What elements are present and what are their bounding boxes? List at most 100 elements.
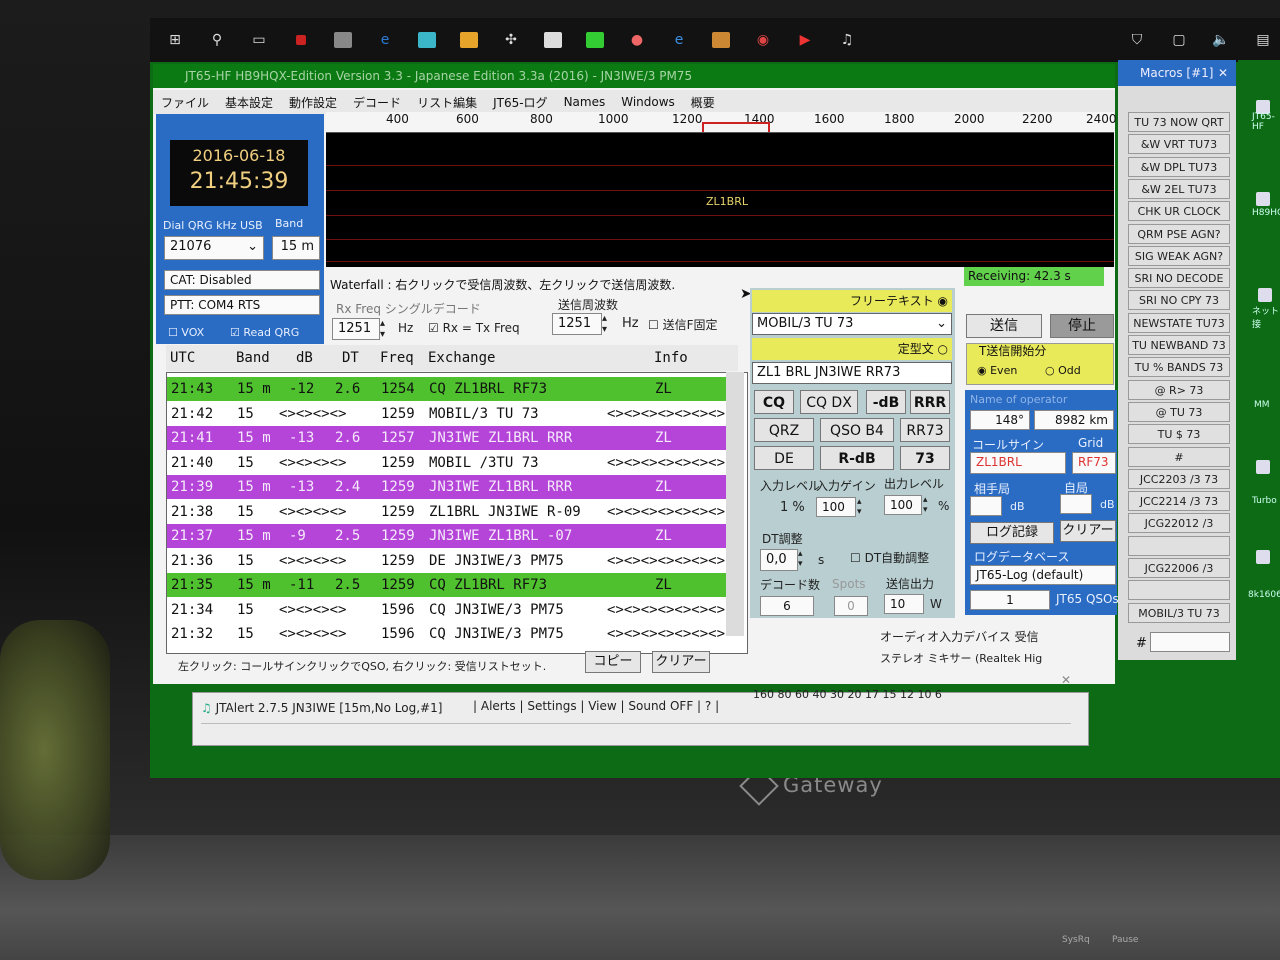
macro-button[interactable]	[1128, 535, 1230, 556]
macro-button[interactable]: JCG22006 /3	[1128, 558, 1230, 578]
vox-checkbox[interactable]: ☐ VOX	[168, 326, 204, 339]
out-level-input[interactable]: 100	[884, 495, 922, 515]
message-button-3[interactable]: RRR	[910, 390, 950, 414]
app-icon-photo[interactable]	[326, 29, 360, 51]
macro-button[interactable]: CHK UR CLOCK	[1128, 201, 1230, 222]
macro-button[interactable]: JCC2203 /3 73	[1128, 468, 1230, 489]
message-button-2[interactable]: -dB	[866, 390, 906, 414]
message-button-5[interactable]: QSO B4	[820, 418, 894, 442]
menu-item[interactable]: Windows	[621, 95, 675, 109]
out-level-stepper[interactable]: ▴ ▾	[923, 495, 928, 515]
band-field[interactable]: 15 m	[272, 236, 320, 260]
macro-button[interactable]: SRI NO DECODE	[1128, 268, 1230, 289]
my-report-field[interactable]	[1060, 494, 1092, 514]
firefox-icon[interactable]: ●	[620, 29, 654, 51]
table-row[interactable]: 21:41 15 m -13 2.6 1257 JN3IWE ZL1BRL RRR ZL	[167, 426, 727, 450]
network-icon[interactable]: ▤	[1246, 29, 1280, 51]
menu-item[interactable]: JT65-ログ	[493, 94, 547, 111]
rx-freq-input[interactable]: 1251	[332, 318, 380, 340]
task-view-icon[interactable]: ▭	[242, 29, 276, 51]
video-icon[interactable]: ▶	[788, 29, 822, 51]
desktop-icon-turbo[interactable]	[1256, 460, 1270, 474]
message-button-7[interactable]: DE	[754, 446, 814, 470]
table-row[interactable]: 21:35 15 m -11 2.5 1259 CQ ZL1BRL RF73 ZL	[167, 573, 727, 597]
ie-icon[interactable]: e	[662, 29, 696, 51]
macro-button[interactable]: TU % BANDS 73	[1128, 357, 1230, 378]
app-icon-red[interactable]	[284, 29, 318, 51]
jtalert-menu[interactable]: | Alerts | Settings | View | Sound OFF |…	[473, 699, 719, 713]
table-row[interactable]: 21:34 15 1596 CQ JN3IWE/3 PM75 <><><><> <><><…	[167, 598, 727, 622]
rx-freq-stepper[interactable]: ▴ ▾	[380, 318, 385, 340]
mouse-icon[interactable]: ✣	[494, 29, 528, 51]
callsign-field[interactable]: ZL1BRL	[970, 452, 1066, 474]
close-icon[interactable]: ✕	[1061, 673, 1071, 687]
macro-button[interactable]: QRM PSE AGN?	[1128, 223, 1230, 244]
macro-button[interactable]: JCC2214 /3 73	[1128, 491, 1230, 512]
menu-item[interactable]: Names	[564, 95, 606, 109]
fixed-text-field[interactable]: ZL1 BRL JN3IWE RR73	[752, 362, 952, 384]
desktop-icon-hb9[interactable]	[1256, 192, 1270, 206]
macro-button[interactable]	[1128, 580, 1230, 601]
stop-button[interactable]: 停止	[1050, 314, 1114, 338]
message-button-0[interactable]: CQ	[754, 390, 794, 414]
macro-button[interactable]: &W 2EL TU73	[1128, 178, 1230, 199]
tx-freq-stepper[interactable]: ▴ ▾	[602, 313, 607, 335]
menu-item[interactable]: 概要	[691, 94, 715, 111]
free-text-radio[interactable]: フリーテキスト ◉	[752, 290, 952, 312]
message-button-9[interactable]: 73	[900, 446, 950, 470]
shield-icon[interactable]: ⛉	[1120, 29, 1154, 51]
app-icon-radio[interactable]	[704, 29, 738, 51]
waterfall-display[interactable]: ZL1BRL	[326, 133, 1114, 267]
macro-button[interactable]: TU $ 73	[1128, 424, 1230, 445]
grid-field[interactable]: RF73	[1072, 452, 1116, 474]
even-radio[interactable]: ◉ Even	[977, 364, 1017, 377]
table-row[interactable]: 21:32 15 1596 CQ JN3IWE/3 PM75 <><><><> <><><…	[167, 622, 727, 646]
music-icon[interactable]: ♫	[830, 29, 864, 51]
dt-auto-checkbox[interactable]: ☐ DT自動調整	[850, 549, 929, 566]
menu-item[interactable]: デコード	[353, 94, 401, 111]
dt-adjust-stepper[interactable]: ▴ ▾	[798, 549, 803, 569]
macro-button[interactable]: TU 73 NOW QRT	[1128, 112, 1230, 132]
decode-scrollbar[interactable]	[726, 372, 744, 636]
in-gain-stepper[interactable]: ▴ ▾	[857, 497, 862, 517]
app-icon-green[interactable]	[578, 29, 612, 51]
folder-icon[interactable]	[452, 29, 486, 51]
copy-button[interactable]: コピー	[585, 651, 641, 673]
send-button[interactable]: 送信	[966, 314, 1042, 338]
table-row[interactable]: 21:42 15 1259 MOBIL/3 TU 73 <><><><> <><><><>…	[167, 402, 727, 426]
menu-item[interactable]: 基本設定	[225, 94, 273, 111]
macro-button[interactable]: SIG WEAK AGN?	[1128, 245, 1230, 266]
table-row[interactable]: 21:39 15 m -13 2.4 1259 JN3IWE ZL1BRL RRR ZL	[167, 475, 727, 499]
rx-eq-tx-checkbox[interactable]: ☑ Rx = Tx Freq	[428, 321, 520, 335]
tx-freq-input[interactable]: 1251	[552, 313, 602, 335]
edge-icon[interactable]: e	[368, 29, 402, 51]
start-icon[interactable]: ⊞	[158, 29, 192, 51]
menu-item[interactable]: リスト編集	[417, 94, 477, 111]
clear-qso-button[interactable]: クリアー	[1060, 520, 1116, 542]
store-icon[interactable]	[536, 29, 570, 51]
desktop-icon-8k[interactable]	[1256, 550, 1270, 564]
macro-button[interactable]: JCG22012 /3	[1128, 513, 1230, 534]
log-qso-button[interactable]: ログ記録	[970, 522, 1054, 544]
menu-item[interactable]: 動作設定	[289, 94, 337, 111]
read-qrg-checkbox[interactable]: ☑ Read QRG	[230, 326, 299, 339]
clear-list-button[interactable]: クリアー	[652, 651, 710, 673]
macro-button[interactable]: TU NEWBAND 73	[1128, 335, 1230, 355]
volume-icon[interactable]: 🔈	[1204, 29, 1238, 51]
dial-qrg-select[interactable]: 21076 ⌄	[164, 236, 264, 260]
table-row[interactable]: 21:36 15 1259 DE JN3IWE/3 PM75 <><><><> <><><…	[167, 549, 727, 573]
desktop-icon-net[interactable]	[1258, 288, 1272, 302]
fixed-text-radio[interactable]: 定型文 ○	[752, 338, 952, 360]
search-icon[interactable]: ⚲	[200, 29, 234, 51]
message-button-6[interactable]: RR73	[900, 418, 950, 442]
menu-item[interactable]: ファイル	[161, 94, 209, 111]
macro-button[interactable]: #	[1128, 446, 1230, 467]
their-report-field[interactable]	[970, 496, 1002, 516]
table-row[interactable]: 21:38 15 1259 ZL1BRL JN3IWE R-09 <><><><> <><…	[167, 500, 727, 524]
table-row[interactable]: 21:43 15 m -12 2.6 1254 CQ ZL1BRL RF73 ZL	[167, 377, 727, 401]
dt-adjust-input[interactable]: 0,0	[760, 549, 798, 571]
macro-button[interactable]: @ R> 73	[1128, 379, 1230, 400]
close-icon[interactable]: ✕	[1218, 60, 1228, 86]
tx-fixed-checkbox[interactable]: ☐ 送信F固定	[648, 316, 717, 333]
macro-input[interactable]	[1150, 632, 1230, 652]
